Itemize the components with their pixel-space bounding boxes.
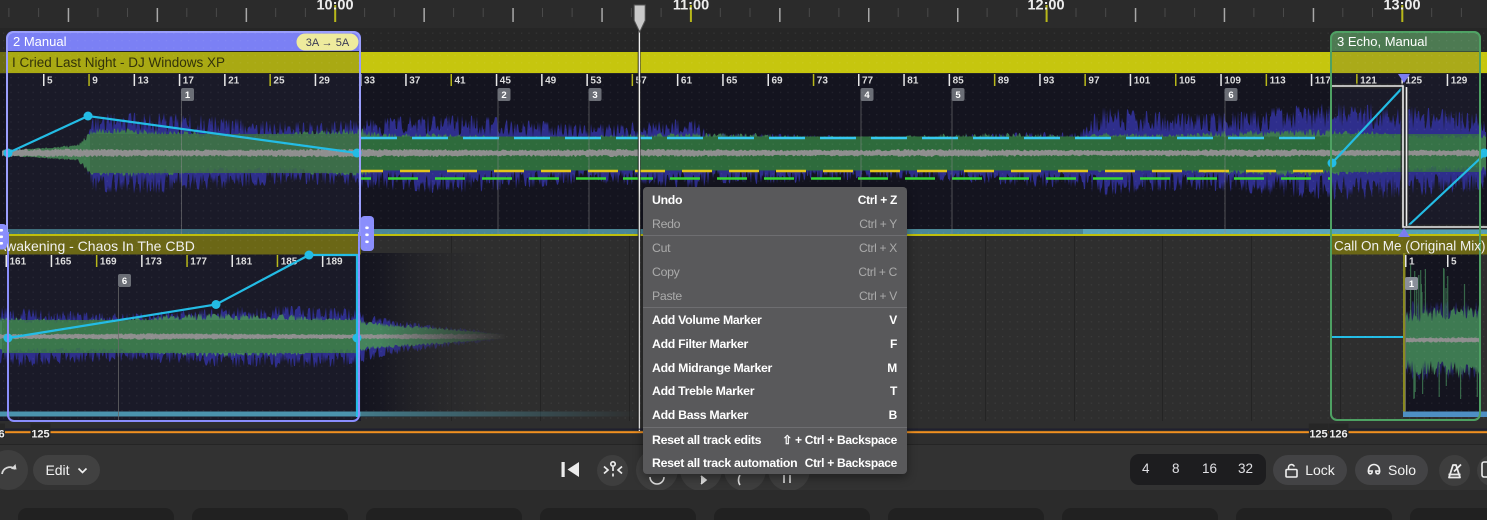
svg-text:6: 6 bbox=[0, 429, 5, 441]
svg-text:10:00: 10:00 bbox=[316, 0, 353, 14]
svg-text:13:00: 13:00 bbox=[1383, 0, 1420, 14]
svg-text:126: 126 bbox=[1329, 429, 1347, 441]
svg-text:125: 125 bbox=[1309, 429, 1327, 441]
svg-text:125: 125 bbox=[31, 429, 49, 441]
svg-text:11:00: 11:00 bbox=[673, 0, 709, 14]
svg-text:12:00: 12:00 bbox=[1027, 0, 1064, 14]
